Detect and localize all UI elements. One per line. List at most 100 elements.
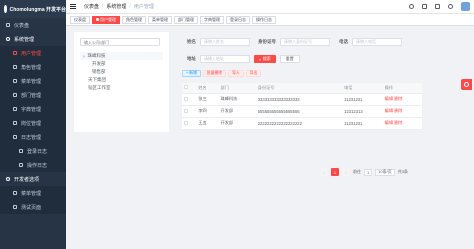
tag-user[interactable]: 用户管理 [92, 15, 120, 24]
tag-oper-log[interactable]: 操作日志 [252, 15, 276, 24]
dept-icon [13, 93, 17, 97]
page-number[interactable]: 1 [330, 168, 339, 176]
reset-button-label: 重置 [285, 56, 294, 61]
tree-node-label: 珠峰科技 [87, 53, 106, 58]
goto-label: 前往 [352, 169, 361, 174]
sidebar-item-label: 测试页面 [21, 204, 42, 211]
sidebar-item-post[interactable]: 岗位管理 [0, 116, 66, 130]
log-icon [13, 135, 17, 139]
phone-input[interactable]: 请输入电话 [352, 38, 402, 46]
sidebar-item-label: 系统管理 [14, 36, 35, 43]
hamburger-icon[interactable] [70, 4, 76, 9]
export-button[interactable]: 导出 [245, 70, 262, 77]
tree-node[interactable]: ▼ 珠峰科技 [80, 52, 163, 60]
sidebar-item-oper-log[interactable]: 操作日志 [0, 158, 66, 172]
dept-search-input[interactable] [80, 38, 160, 46]
tree-node[interactable]: 天下集团 [80, 76, 163, 84]
search-row-1: 姓名 请输入姓名 身份证号 请输入身份证号 电话 请输入电话 [182, 36, 408, 48]
sidebar-item-test[interactable]: 测试页面 [0, 200, 66, 214]
tree-node[interactable]: 开发部 [80, 60, 163, 68]
settings-button[interactable] [461, 79, 472, 90]
sidebar-item-role[interactable]: 角色管理 [0, 60, 66, 74]
sidebar-item-system[interactable]: 系统管理 [0, 32, 66, 46]
delete-link[interactable]: 删除 [394, 120, 402, 125]
tag-dict[interactable]: 字典管理 [200, 15, 224, 24]
table-header-row: 姓名 部门 身份证号 电话 操作 [182, 83, 422, 94]
tree-node[interactable]: 韬区工作室 [80, 84, 163, 92]
user-panel: 姓名 请输入姓名 身份证号 请输入身份证号 电话 请输入电话 地址 请输入地址 … [182, 36, 422, 209]
tree-node-label: 天下集团 [88, 77, 106, 82]
next-page-button[interactable]: › [341, 168, 350, 176]
breadcrumb: 仪表盘 / 系统管理 / 用户管理 [84, 3, 154, 10]
address-input[interactable]: 请输入地址 [200, 55, 250, 63]
sidebar-item-dept[interactable]: 部门管理 [0, 88, 66, 102]
sidebar-item-log[interactable]: 日志管理 [0, 130, 66, 144]
tree-node-label: 开发部 [92, 61, 106, 66]
dept-tree: ▼ 珠峰科技 开发部 销售部 天下集团 韬区工作室 [80, 52, 163, 92]
delete-link[interactable]: 删除 [394, 108, 402, 113]
sidebar-item-user[interactable]: 用户管理 [0, 46, 66, 60]
sidebar-item-label: 登录日志 [27, 148, 48, 155]
sidebar-item-menu[interactable]: 菜单管理 [0, 74, 66, 88]
checkbox[interactable] [184, 85, 188, 90]
cell-actions: 编辑 删除 [382, 117, 422, 130]
tag-role[interactable]: 角色管理 [122, 15, 146, 24]
sidebar-item-label: 用户管理 [21, 50, 42, 57]
checkbox[interactable] [184, 120, 188, 125]
fullscreen-icon[interactable] [435, 4, 440, 9]
tree-node[interactable]: 销售部 [80, 68, 163, 76]
edit-link[interactable]: 编辑 [385, 120, 393, 125]
tag-dashboard[interactable]: 仪表盘 [70, 15, 90, 24]
sidebar-item-label: 操作日志 [27, 162, 48, 169]
cell-idcard: 333333333333333333 [255, 93, 343, 106]
name-input[interactable]: 请输入姓名 [200, 38, 250, 46]
document-icon[interactable] [422, 4, 427, 9]
import-button[interactable]: 导入 [228, 70, 244, 77]
cell-idcard: 555555555555555555 [255, 105, 343, 118]
sidebar-item-label: 开发者选项 [14, 176, 40, 183]
search-button[interactable]: ⌕ 搜索 [254, 55, 276, 63]
pagination: ‹ 1 › 前往 1 10条/页 共3条 [319, 168, 408, 176]
edit-link[interactable]: 编辑 [385, 108, 393, 113]
logo-icon [4, 5, 7, 13]
goto-input[interactable]: 1 [363, 168, 373, 176]
column-header: 身份证号 [255, 83, 343, 94]
cell-name: 李四 [196, 105, 219, 118]
checkbox[interactable] [184, 96, 188, 101]
cell-name: 王五 [196, 117, 219, 130]
breadcrumb-item[interactable]: 仪表盘 [84, 3, 99, 10]
page-size-select[interactable]: 10条/页 [375, 168, 395, 176]
search-icon: ⌕ [259, 56, 262, 62]
cell-dept: 珠峰科技 [218, 93, 256, 106]
reset-button[interactable]: 重置 [279, 55, 300, 63]
delete-link[interactable]: 删除 [394, 96, 402, 101]
tag-menu[interactable]: 菜单管理 [148, 15, 172, 24]
idcard-label: 身份证号 [258, 39, 276, 44]
sidebar-item-label: 字典管理 [21, 106, 42, 113]
user-table: 姓名 部门 身份证号 电话 操作 张三 珠峰科技 333333333333333… [182, 83, 422, 130]
edit-link[interactable]: 编辑 [385, 96, 393, 101]
cell-phone: 12312313 [342, 105, 383, 118]
add-button[interactable]: + 新增 [182, 70, 201, 77]
checkbox[interactable] [184, 108, 188, 113]
system-icon [6, 37, 10, 41]
select-all-cell[interactable] [182, 83, 197, 94]
tag-login-log[interactable]: 登录日志 [226, 15, 250, 24]
sidebar-item-dev-menu[interactable]: 菜单管理 [0, 186, 66, 200]
sidebar-item-login-log[interactable]: 登录日志 [0, 144, 66, 158]
gear-icon [464, 82, 469, 87]
idcard-input[interactable]: 请输入身份证号 [280, 38, 330, 46]
sidebar-item-dict[interactable]: 字典管理 [0, 102, 66, 116]
developer-icon [6, 177, 10, 181]
batch-delete-button[interactable]: 批量删除 [202, 70, 227, 77]
search-icon[interactable] [409, 4, 414, 9]
sidebar-item-developer[interactable]: 开发者选项 [0, 172, 66, 186]
prev-page-button[interactable]: ‹ [319, 168, 328, 176]
sidebar-item-dashboard[interactable]: 仪表盘 [0, 18, 66, 32]
tag-dept[interactable]: 部门管理 [174, 15, 198, 24]
topbar: 仪表盘 / 系统管理 / 用户管理 [66, 0, 474, 14]
font-size-icon[interactable] [448, 4, 453, 9]
avatar[interactable] [461, 2, 470, 11]
cell-phone: 11231231 [342, 93, 383, 106]
role-icon [13, 65, 17, 69]
